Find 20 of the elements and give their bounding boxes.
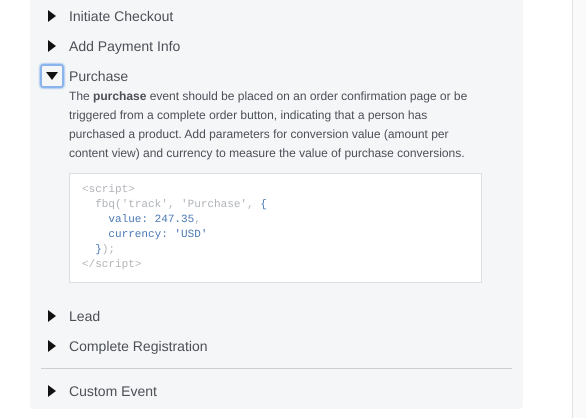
- caret-right-icon: [48, 385, 56, 397]
- code-line: </script>: [82, 258, 142, 273]
- event-title[interactable]: Purchase: [69, 66, 128, 86]
- caret-down-icon: [46, 72, 58, 80]
- code-line: currency: 'USD': [107, 228, 208, 243]
- code-line: <script>: [82, 183, 135, 198]
- caret-right-icon: [48, 40, 56, 52]
- code-line: fbq('track', 'Purchase', {: [94, 198, 267, 213]
- event-title[interactable]: Custom Event: [69, 380, 157, 402]
- event-description: The purchase event should be placed on an order confirmation page or be triggered from a complete order button, indicating that a person has purchased a product. Add parameters for conversion value (amount per content view) and currency to measure the value of purchase conversions.: [69, 88, 468, 162]
- event-title[interactable]: Complete Registration: [69, 336, 208, 356]
- caret-right-icon: [48, 10, 56, 22]
- caret-right-icon: [48, 340, 56, 352]
- code-line: value: 247.35,: [107, 213, 201, 228]
- collapse-toggle[interactable]: [40, 64, 64, 88]
- event-title[interactable]: Initiate Checkout: [69, 6, 174, 26]
- caret-right-icon: [48, 310, 56, 322]
- event-title[interactable]: Lead: [69, 306, 100, 326]
- code-line: });: [94, 243, 116, 258]
- event-title[interactable]: Add Payment Info: [69, 36, 180, 56]
